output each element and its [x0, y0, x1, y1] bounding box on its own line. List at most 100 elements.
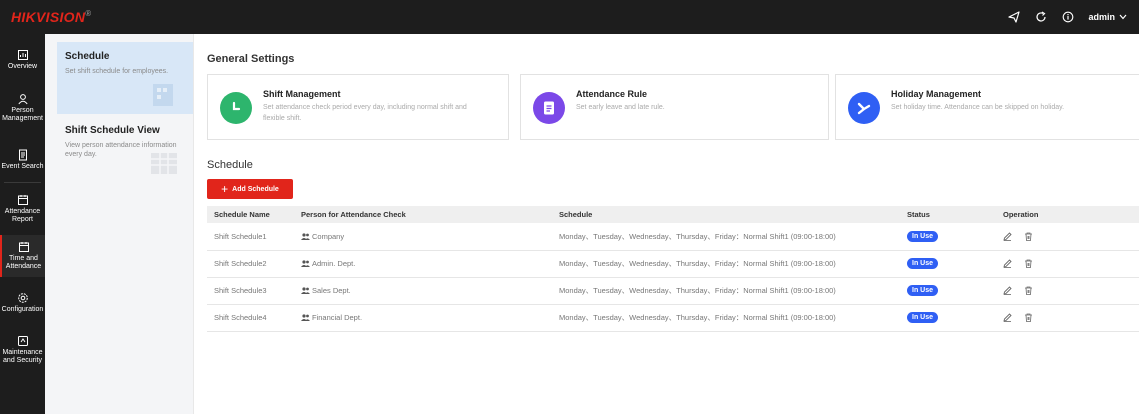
person-cell: Admin. Dept. [294, 250, 552, 278]
nav-item-maintenance-and-security[interactable]: Maintenance and Security [0, 335, 45, 365]
sub-item-desc: Set shift schedule for employees. [65, 68, 169, 75]
schedule-text: Monday、Tuesday、Wednesday、Thursday、Friday… [552, 223, 900, 251]
clock-icon [220, 92, 252, 124]
brand-mark: ® [85, 9, 92, 18]
sub-item-title: Schedule [65, 51, 110, 62]
schedule-name: Shift Schedule3 [207, 277, 294, 305]
person-cell: Company [294, 223, 552, 251]
status-cell: In Use [900, 277, 996, 305]
nav-item-overview[interactable]: Overview [0, 49, 45, 71]
schedule-table: Schedule Name Person for Attendance Chec… [207, 206, 1139, 332]
nav-label: Maintenance and Security [2, 349, 43, 364]
delete-icon[interactable] [1024, 259, 1033, 269]
status-badge: In Use [907, 230, 939, 242]
sub-item-schedule[interactable]: Schedule Set shift schedule for employee… [57, 42, 193, 114]
edit-icon[interactable] [1003, 313, 1012, 323]
schedule-illustration-icon [153, 84, 173, 106]
chevron-down-icon [1119, 14, 1127, 20]
nav-item-attendance-report[interactable]: Attendance Report [0, 194, 45, 224]
person-name: Admin. Dept. [312, 259, 356, 268]
delete-icon[interactable] [1024, 232, 1033, 241]
card-desc: Set holiday time. Attendance can be skip… [891, 104, 1065, 111]
refresh-icon[interactable] [1034, 10, 1048, 24]
edit-icon[interactable] [1003, 259, 1012, 269]
person-icon [17, 94, 28, 105]
shift-management-card[interactable]: Shift Management Set attendance check pe… [207, 74, 509, 140]
schedule-text: Monday、Tuesday、Wednesday、Thursday、Friday… [552, 304, 900, 332]
person-name: Sales Dept. [312, 286, 351, 295]
add-schedule-button[interactable]: + Add Schedule [207, 179, 293, 199]
status-badge: In Use [907, 258, 939, 269]
delete-icon[interactable] [1024, 313, 1033, 323]
nav-item-configuration[interactable]: Configuration [0, 292, 45, 314]
group-icon [301, 233, 310, 240]
card-desc: Set attendance check period every day, i… [263, 104, 467, 122]
group-icon [301, 260, 310, 267]
sub-item-shift-schedule-view[interactable]: Shift Schedule View View person attendan… [57, 116, 193, 182]
nav-item-time-and-attendance[interactable]: Time and Attendance [0, 235, 45, 277]
column-header: Status [900, 206, 996, 223]
person-name: Company [312, 231, 345, 241]
plane-icon [848, 92, 880, 124]
column-header: Operation [996, 206, 1139, 223]
nav-label: Configuration [1, 306, 44, 313]
group-icon [301, 314, 310, 321]
status-badge: In Use [907, 312, 939, 323]
document-icon [18, 149, 27, 161]
status-cell: In Use [900, 250, 996, 278]
table-header-row: Schedule Name Person for Attendance Chec… [207, 206, 1139, 223]
top-bar: HIKVISION® admin [0, 0, 1139, 34]
calendar-icon [18, 242, 29, 252]
card-title: Shift Management [263, 89, 341, 99]
nav-item-event-search[interactable]: Event Search [0, 149, 45, 171]
schedule-name: Shift Schedule2 [207, 250, 294, 278]
card-title: Attendance Rule [576, 89, 648, 99]
nav-label: Attendance Report [4, 208, 41, 223]
rule-document-icon [533, 92, 565, 124]
column-header: Schedule [552, 206, 900, 223]
table-row[interactable]: Shift Schedule3 Sales Dept. Monday、Tuesd… [207, 277, 1139, 305]
send-icon[interactable] [1007, 10, 1021, 24]
column-header: Schedule Name [207, 206, 294, 223]
operation-cell [996, 304, 1139, 332]
status-cell: In Use [900, 304, 996, 332]
edit-icon[interactable] [1003, 232, 1012, 241]
schedule-text: Monday、Tuesday、Wednesday、Thursday、Friday… [552, 250, 900, 278]
card-desc: Set early leave and late rule. [576, 104, 665, 111]
plus-icon: + [221, 182, 229, 196]
schedule-title: Schedule [207, 159, 253, 171]
nav-item-person-management[interactable]: Person Management [0, 93, 45, 123]
status-badge: In Use [907, 285, 939, 296]
nav-label: Time and Attendance [5, 255, 42, 270]
operation-cell [996, 277, 1139, 305]
edit-icon[interactable] [1003, 286, 1012, 296]
sub-panel: Schedule Set shift schedule for employee… [45, 34, 194, 414]
schedule-text: Monday、Tuesday、Wednesday、Thursday、Friday… [552, 277, 900, 305]
nav-divider [4, 182, 41, 183]
nav-label: Person Management [2, 107, 43, 122]
schedule-name: Shift Schedule1 [207, 223, 294, 251]
table-row[interactable]: Shift Schedule4 Financial Dept. Monday、T… [207, 304, 1139, 332]
person-cell: Financial Dept. [294, 304, 552, 332]
table-row[interactable]: Shift Schedule2 Admin. Dept. Monday、Tues… [207, 250, 1139, 278]
group-icon [301, 287, 310, 294]
add-schedule-label: Add Schedule [232, 185, 279, 193]
person-name: Financial Dept. [312, 313, 363, 322]
left-nav: Overview Person Management Event Search … [0, 34, 45, 414]
user-name: admin [1088, 12, 1115, 22]
user-menu[interactable]: admin [1088, 12, 1127, 22]
operation-cell [996, 223, 1139, 251]
report-icon [17, 195, 28, 205]
nav-label: Overview [7, 63, 38, 70]
nav-label: Event Search [1, 163, 44, 170]
info-icon[interactable] [1061, 10, 1075, 24]
column-header: Person for Attendance Check [294, 206, 552, 223]
holiday-management-card[interactable]: Holiday Management Set holiday time. Att… [835, 74, 1139, 140]
gear-icon [17, 293, 28, 303]
attendance-rule-card[interactable]: Attendance Rule Set early leave and late… [520, 74, 829, 140]
shield-icon [17, 336, 28, 346]
card-title: Holiday Management [891, 89, 982, 99]
calendar-illustration-icon [151, 153, 177, 174]
table-row[interactable]: Shift Schedule1 Company Monday、Tuesday、W… [207, 223, 1139, 251]
delete-icon[interactable] [1024, 286, 1033, 296]
